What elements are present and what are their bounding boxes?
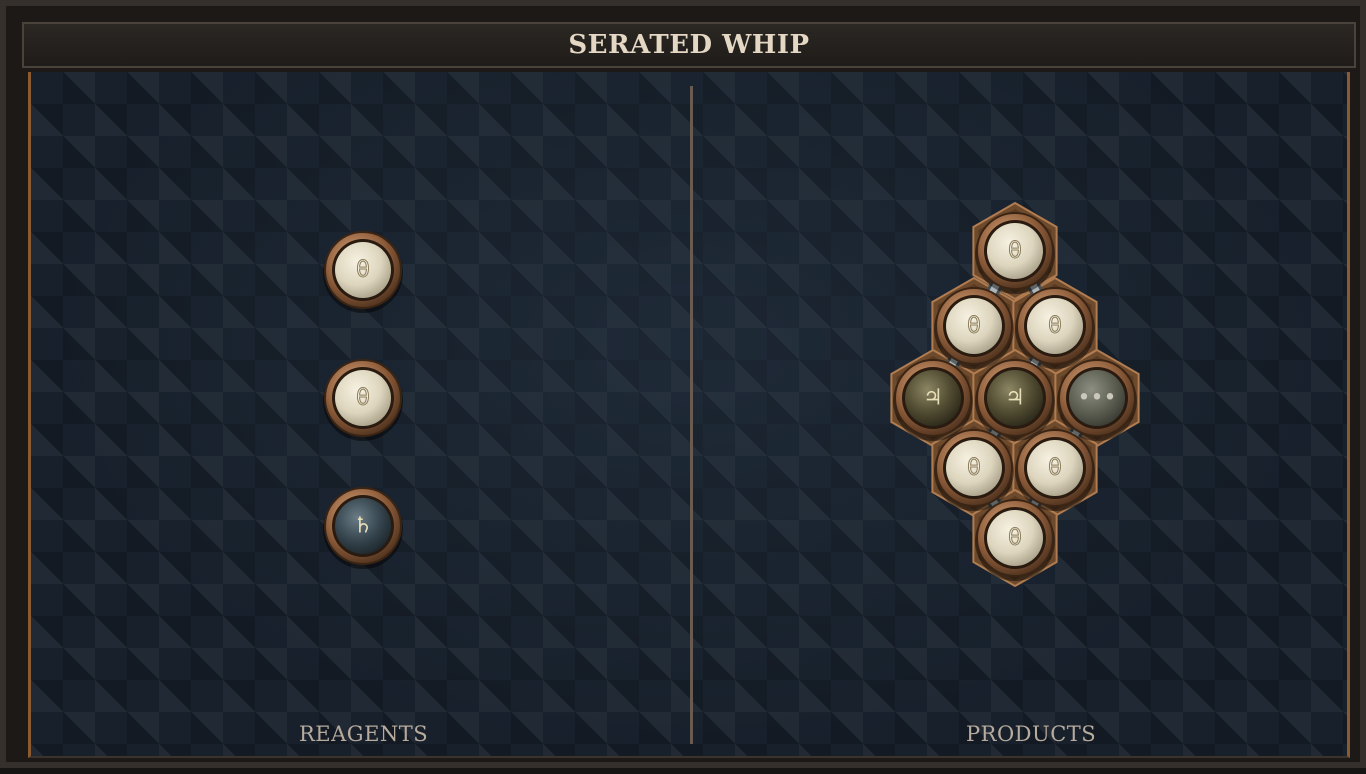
game-frame: SERATED WHIP REAGENTS PRODUCTS θ θ ♄ θ θ… xyxy=(0,0,1366,768)
atom-symbol: θ xyxy=(967,456,980,481)
lead-atom-icon: ♄ xyxy=(323,487,403,569)
salt-atom-icon: θ xyxy=(323,231,403,313)
salt-atom-icon: θ xyxy=(934,287,1014,369)
salt-atom-icon: θ xyxy=(1015,429,1095,511)
repeat-atom-icon: ••• xyxy=(1057,359,1137,441)
atom-symbol: θ xyxy=(1008,526,1021,551)
atom-symbol: θ xyxy=(1008,239,1021,264)
atom-symbol: θ xyxy=(356,258,369,283)
salt-atom-icon: θ xyxy=(975,499,1055,581)
tin-atom-icon: ♃ xyxy=(975,359,1055,441)
salt-atom-icon: θ xyxy=(323,359,403,441)
atom-symbol: ♃ xyxy=(1005,386,1025,411)
atom-symbol: θ xyxy=(1048,314,1061,339)
tin-atom-icon: ♃ xyxy=(893,359,973,441)
atom-symbol: ♄ xyxy=(353,514,373,539)
salt-atom-icon: θ xyxy=(934,429,1014,511)
product-atoms: θ θ θ ♃ ♃ ••• θ θ θ xyxy=(893,212,1137,581)
atom-symbol: ••• xyxy=(1078,386,1117,411)
salt-atom-icon: θ xyxy=(975,212,1055,294)
atom-symbol: θ xyxy=(1048,456,1061,481)
atoms-layer: θ θ ♄ θ θ θ ♃ ♃ ••• θ θ θ xyxy=(323,201,1140,588)
atom-symbol: θ xyxy=(967,314,980,339)
salt-atom-icon: θ xyxy=(1015,287,1095,369)
atom-symbol: ♃ xyxy=(923,386,943,411)
atom-symbol: θ xyxy=(356,386,369,411)
reagent-atoms: θ θ ♄ xyxy=(323,231,403,569)
